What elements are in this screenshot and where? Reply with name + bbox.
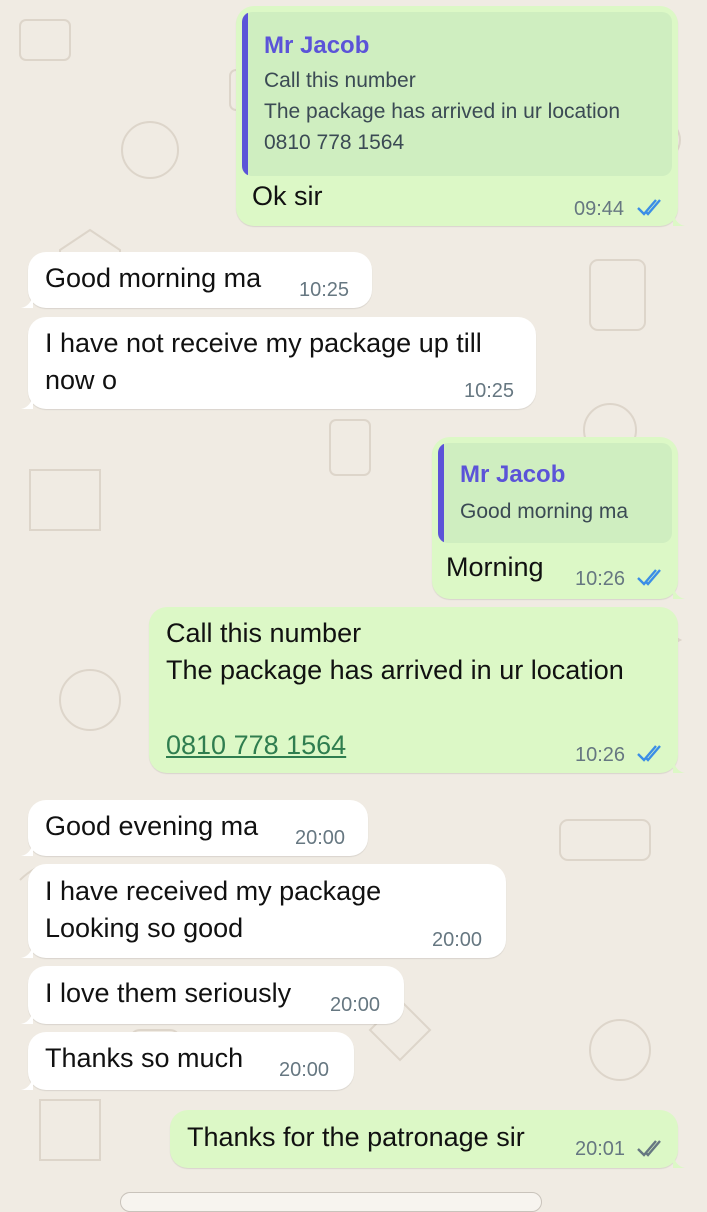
bubble-tail xyxy=(21,1010,33,1024)
quoted-message[interactable]: Mr Jacob Good morning ma xyxy=(438,443,672,543)
double-check-blue-icon xyxy=(637,745,661,762)
quoted-message[interactable]: Mr Jacob Call this number The package ha… xyxy=(242,12,672,176)
double-check-blue-icon xyxy=(637,199,661,216)
bubble-tail xyxy=(21,944,33,958)
quote-author: Mr Jacob xyxy=(460,461,566,488)
message-text: The package has arrived in ur location xyxy=(166,655,624,685)
message-input-edge[interactable] xyxy=(120,1192,542,1212)
message-bubble-outgoing[interactable]: Thanks for the patronage sir 20:01 xyxy=(170,1110,685,1168)
message-text: Thanks so much xyxy=(45,1043,244,1073)
quote-line: The package has arrived in ur location xyxy=(264,100,621,123)
message-bubble-incoming[interactable]: I have received my package Looking so go… xyxy=(21,864,506,958)
message-text: Call this number xyxy=(166,618,362,648)
message-time: 10:25 xyxy=(464,380,515,402)
message-text: Morning xyxy=(446,552,544,582)
bubble-tail xyxy=(673,1154,685,1168)
message-time: 10:25 xyxy=(299,279,350,301)
message-time: 10:26 xyxy=(575,568,626,590)
quote-line: Call this number xyxy=(264,69,416,92)
bubble-tail xyxy=(673,759,685,773)
message-text: now o xyxy=(45,365,118,395)
message-bubble-incoming[interactable]: Good morning ma 10:25 xyxy=(21,252,372,308)
message-bubble-incoming[interactable]: I love them seriously 20:00 xyxy=(21,966,404,1024)
bubble-tail xyxy=(673,585,685,599)
message-time: 10:26 xyxy=(575,744,626,766)
quote-bar xyxy=(242,12,248,176)
bubble-tail xyxy=(21,842,33,856)
quote-line: Good morning ma xyxy=(460,500,629,523)
message-time: 20:00 xyxy=(330,994,381,1016)
quote-author: Mr Jacob xyxy=(264,32,370,59)
message-bubble-incoming[interactable]: Good evening ma 20:00 xyxy=(21,800,368,856)
message-time: 09:44 xyxy=(574,198,625,220)
message-bubble-outgoing[interactable]: Mr Jacob Call this number The package ha… xyxy=(236,6,685,226)
bubble-tail xyxy=(673,212,685,226)
quote-bar xyxy=(438,443,444,543)
message-time: 20:00 xyxy=(295,827,346,849)
bubble-tail xyxy=(21,294,33,308)
message-time: 20:00 xyxy=(432,929,483,951)
phone-number-link[interactable]: 0810 778 1564 xyxy=(166,727,346,764)
message-text: Looking so good xyxy=(45,913,244,943)
message-text: Thanks for the patronage sir xyxy=(187,1122,525,1152)
double-check-grey-icon xyxy=(637,1140,661,1157)
quote-line: 0810 778 1564 xyxy=(264,131,405,154)
message-time: 20:01 xyxy=(575,1138,626,1160)
message-text: Good evening ma xyxy=(45,811,259,841)
message-text: I have received my package xyxy=(45,876,382,906)
message-bubble-outgoing[interactable]: Mr Jacob Good morning ma Morning 10:26 xyxy=(432,437,685,599)
double-check-blue-icon xyxy=(637,569,661,586)
message-text: Ok sir xyxy=(252,181,323,211)
message-time: 20:00 xyxy=(279,1059,330,1081)
bubble-tail xyxy=(21,1076,33,1090)
message-bubble-incoming[interactable]: I have not receive my package up till no… xyxy=(21,317,536,409)
message-bubble-outgoing[interactable]: Call this number The package has arrived… xyxy=(149,607,685,773)
message-text: Good morning ma xyxy=(45,263,262,293)
message-text: I love them seriously xyxy=(45,978,292,1008)
message-bubble-incoming[interactable]: Thanks so much 20:00 xyxy=(21,1032,354,1090)
message-text: I have not receive my package up till xyxy=(45,328,482,358)
bubble-tail xyxy=(21,395,33,409)
